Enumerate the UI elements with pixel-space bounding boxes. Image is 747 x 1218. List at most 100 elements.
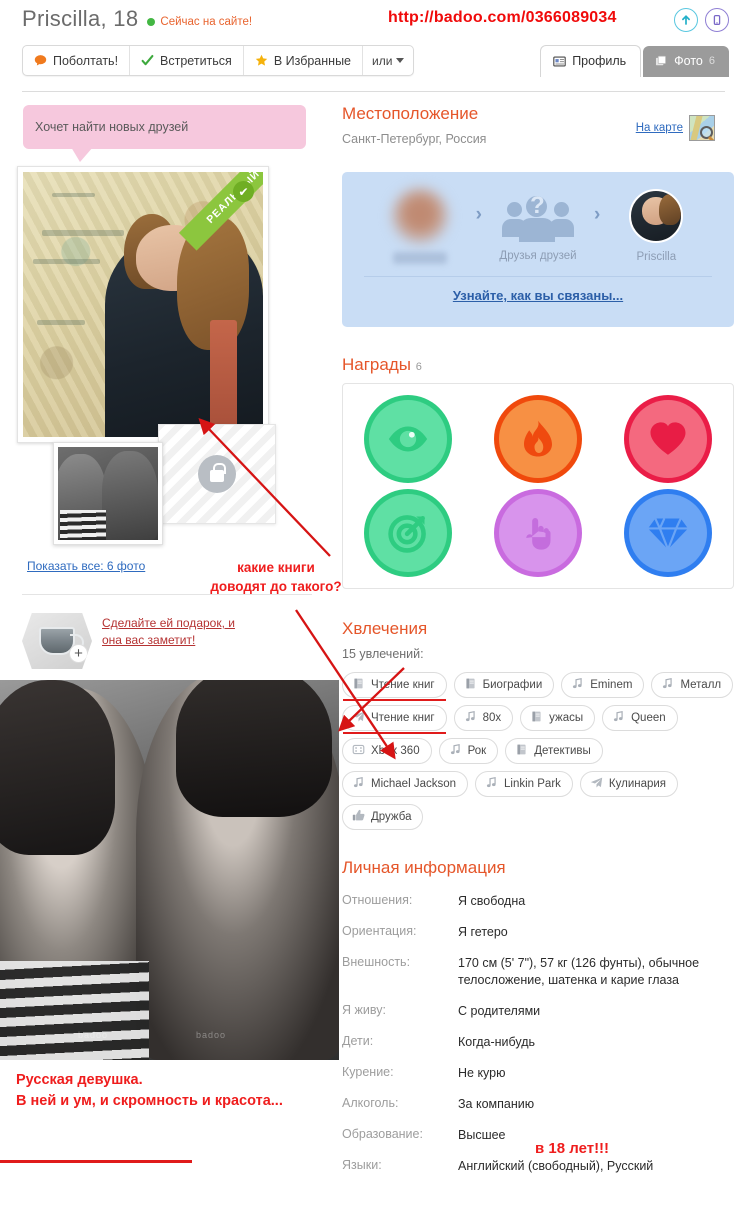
hobbies-count: 15 увлечений:: [342, 647, 424, 661]
personal-info-key: Курение:: [342, 1065, 394, 1079]
connection-middle-label: Друзья друзей: [499, 250, 577, 262]
tab-photos-label: Фото: [674, 54, 703, 68]
tab-profile[interactable]: Профиль: [540, 45, 642, 77]
personal-info-value: Не курю: [458, 1066, 506, 1080]
personal-info-value: 170 см (5' 7"), 57 кг (126 фунты), обычн…: [458, 956, 700, 987]
hobby-tag[interactable]: Чтение книг: [342, 705, 447, 734]
mobile-phone-icon[interactable]: [705, 8, 729, 32]
personal-info-key: Языки:: [342, 1158, 382, 1172]
map-link-group: На карте: [636, 115, 715, 141]
music-note-icon: [464, 710, 477, 726]
connection-target-name: Priscilla: [636, 251, 677, 263]
hobby-tag-label: Eminem: [590, 679, 633, 691]
gift-cup-icon[interactable]: +: [22, 613, 92, 669]
hobby-tag[interactable]: Xbox 360: [342, 738, 432, 764]
hobby-tag[interactable]: Michael Jackson: [342, 771, 469, 797]
hobby-tag[interactable]: Чтение книг: [342, 672, 447, 701]
hobby-tag[interactable]: Eminem: [561, 672, 645, 698]
hobby-tag[interactable]: Дружба: [342, 804, 424, 830]
upload-arrow-icon[interactable]: [674, 8, 698, 32]
status-bubble: Хочет найти новых друзей: [23, 105, 306, 162]
awards-row-1: [343, 400, 733, 478]
main-profile-photo[interactable]: РЕАЛЬНЫЙ ✔: [17, 166, 269, 443]
connection-middle: ? Друзья друзей: [492, 190, 584, 262]
personal-info-row: Отношения: Я свободна: [342, 886, 734, 917]
personal-info-value: Я свободна: [458, 894, 526, 908]
target-badge[interactable]: [369, 494, 447, 572]
map-link[interactable]: На карте: [636, 122, 683, 134]
photos-stack-icon: [656, 55, 667, 65]
hobby-tag[interactable]: Рок: [438, 738, 499, 764]
personal-info-value: С родителями: [458, 1004, 541, 1018]
hobby-tag[interactable]: Queen: [602, 705, 678, 731]
pointing-hand-icon: [526, 518, 551, 550]
hobby-tag-label: Дружба: [371, 811, 412, 823]
hobby-tag-label: ужасы: [549, 712, 584, 724]
more-actions-button[interactable]: или: [363, 46, 413, 75]
tab-photos[interactable]: Фото 6: [643, 46, 729, 77]
hobby-tag[interactable]: Кулинария: [579, 771, 679, 797]
personal-info-table: Отношения: Я свободна Ориентация: Я гетеро В…: [342, 886, 734, 1182]
hobby-tag[interactable]: Linkin Park: [475, 771, 573, 797]
header-divider: [22, 91, 725, 92]
personal-info-value: Когда-нибудь: [458, 1035, 536, 1049]
online-dot-icon: [147, 18, 156, 26]
chevron-down-icon: [396, 58, 405, 63]
music-note-icon: [571, 677, 584, 693]
map-magnifier-icon[interactable]: [689, 115, 715, 141]
connection-cta-link[interactable]: Узнайте, как вы связаны...: [356, 288, 720, 303]
heart-badge[interactable]: [629, 400, 707, 478]
awards-heading: Награды 6: [342, 355, 422, 374]
url-annotation: http://badoo.com/0366089034: [388, 9, 617, 26]
large-photo[interactable]: badoo badoo: [0, 680, 339, 1060]
show-all-photos-link[interactable]: Показать все: 6 фото: [27, 559, 145, 573]
personal-info-row: Курение: Не курю: [342, 1058, 734, 1089]
diamond-badge[interactable]: [629, 494, 707, 572]
avatar-target: [629, 189, 684, 243]
status-bubble-text: Хочет найти новых друзей: [35, 120, 189, 134]
meet-button[interactable]: Встретиться: [130, 46, 244, 75]
target-arrow-icon: [388, 515, 426, 553]
awards-section: Награды 6: [342, 355, 734, 589]
gamepad-icon: [352, 743, 365, 759]
hobby-tag-label: Xbox 360: [371, 745, 420, 757]
hobby-tag-label: Linkin Park: [504, 778, 561, 790]
avatar: [391, 188, 448, 244]
star-icon: [255, 54, 267, 66]
profile-identity: Priscilla, 18 Сейчас на сайте!: [22, 6, 252, 32]
gift-promo: + Сделайте ей подарок, и она вас заметит…: [22, 613, 312, 669]
books-annotation-line-1: какие книги: [237, 560, 315, 575]
locked-photo-thumbnail[interactable]: [158, 424, 276, 524]
online-status: Сейчас на сайте!: [147, 16, 252, 28]
profile-tabs: Профиль Фото 6: [540, 45, 729, 77]
hobby-tag[interactable]: Металл: [651, 672, 734, 698]
hobby-tag[interactable]: Детективы: [505, 738, 603, 764]
connection-viewer-name: [392, 252, 447, 264]
hobby-tag-list: Чтение книг Биографии Eminem Металл Чтение к…: [342, 672, 734, 830]
hand-badge[interactable]: [499, 494, 577, 572]
favorites-button[interactable]: В Избранные: [244, 46, 364, 75]
personal-info-heading: Личная информация: [342, 858, 506, 877]
lock-icon: [198, 455, 236, 493]
gift-link[interactable]: Сделайте ей подарок, и она вас заметит!: [102, 613, 237, 669]
hobby-tag-label: Michael Jackson: [371, 778, 457, 790]
book-icon: [530, 710, 543, 726]
photo-thumbnail[interactable]: [53, 442, 163, 545]
hobby-tag[interactable]: 80х: [453, 705, 514, 731]
hobby-tag-label: Чтение книг: [371, 679, 435, 691]
book-icon: [352, 677, 365, 693]
personal-info-value: За компанию: [458, 1097, 535, 1111]
eye-badge[interactable]: [369, 400, 447, 478]
flame-badge[interactable]: [499, 400, 577, 478]
hobby-tag[interactable]: ужасы: [520, 705, 596, 731]
main-photo-image: РЕАЛЬНЫЙ ✔: [23, 172, 263, 437]
hobby-tag-label: Рок: [467, 745, 487, 757]
awards-count: 6: [415, 361, 422, 373]
hobby-tag[interactable]: Биографии: [453, 672, 555, 698]
chat-bubble-icon: [34, 55, 47, 66]
hobby-tag-label: Queen: [631, 712, 666, 724]
books-annotation: какие книги доводят до такого?: [190, 558, 362, 596]
chat-button[interactable]: Поболтать!: [23, 46, 131, 75]
books-annotation-line-2: доводят до такого?: [210, 579, 342, 594]
music-note-icon: [352, 776, 365, 792]
